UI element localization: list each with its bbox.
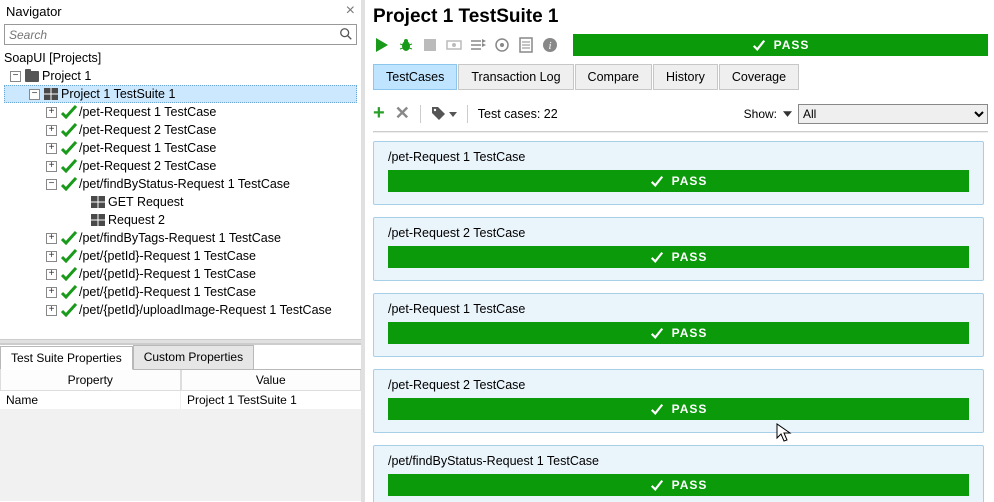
pass-check-icon — [61, 177, 77, 191]
test-case-card[interactable]: /pet/findByStatus-Request 1 TestCase PASS — [373, 445, 984, 502]
tab-coverage[interactable]: Coverage — [719, 64, 799, 90]
expand-icon[interactable]: + — [46, 251, 57, 262]
test-case-name: /pet-Request 2 TestCase — [388, 378, 969, 392]
pass-check-icon — [61, 141, 77, 155]
stop-icon[interactable] — [421, 36, 439, 54]
play-icon[interactable] — [373, 36, 391, 54]
svg-text:i: i — [548, 40, 551, 52]
pass-check-icon — [61, 123, 77, 137]
test-case-card[interactable]: /pet-Request 1 TestCase PASS — [373, 293, 984, 357]
expand-icon[interactable]: + — [46, 143, 57, 154]
pass-check-icon — [61, 249, 77, 263]
test-case-name: /pet-Request 2 TestCase — [388, 226, 969, 240]
property-row[interactable]: Name Project 1 TestSuite 1 — [0, 391, 361, 409]
navigator-title: Navigator — [6, 4, 62, 19]
tab-custom-properties[interactable]: Custom Properties — [133, 345, 254, 369]
expand-icon[interactable]: + — [46, 287, 57, 298]
test-suite-icon — [44, 88, 58, 100]
expand-icon[interactable]: + — [46, 233, 57, 244]
tree-testcase[interactable]: +/pet/findByTags-Request 1 TestCase — [4, 229, 357, 247]
test-case-status-bar: PASS — [388, 246, 969, 268]
pass-check-icon — [61, 231, 77, 245]
tab-test-suite-properties[interactable]: Test Suite Properties — [0, 346, 133, 370]
tree-testcase[interactable]: +/pet/{petId}-Request 1 TestCase — [4, 265, 357, 283]
chevron-down-icon[interactable] — [783, 109, 792, 118]
report-icon[interactable] — [517, 36, 535, 54]
col-value[interactable]: Value — [181, 370, 362, 391]
bug-icon[interactable] — [397, 36, 415, 54]
pass-check-icon — [61, 159, 77, 173]
tree-request[interactable]: GET Request — [4, 193, 357, 211]
expand-icon[interactable]: + — [46, 269, 57, 280]
pass-check-icon — [61, 105, 77, 119]
tree-request[interactable]: Request 2 — [4, 211, 357, 229]
pass-check-icon — [61, 267, 77, 281]
test-case-status-bar: PASS — [388, 474, 969, 496]
tree-suite[interactable]: − Project 1 TestSuite 1 — [4, 85, 357, 103]
target-icon[interactable] — [493, 36, 511, 54]
test-case-name: /pet-Request 1 TestCase — [388, 302, 969, 316]
tree-testcase[interactable]: +/pet-Request 1 TestCase — [4, 103, 357, 121]
search-icon[interactable] — [339, 27, 353, 44]
test-case-name: /pet-Request 1 TestCase — [388, 150, 969, 164]
folder-icon — [25, 71, 39, 82]
tree-testcase[interactable]: +/pet/{petId}/uploadImage-Request 1 Test… — [4, 301, 357, 319]
collapse-icon[interactable]: − — [46, 179, 57, 190]
tree-testcase[interactable]: +/pet/{petId}-Request 1 TestCase — [4, 247, 357, 265]
tree-testcase[interactable]: −/pet/findByStatus-Request 1 TestCase — [4, 175, 357, 193]
overall-status-bar: PASS — [573, 34, 988, 56]
expand-icon[interactable]: + — [46, 125, 57, 136]
add-testcase-button[interactable]: + — [373, 102, 385, 125]
tree-project[interactable]: − Project 1 — [4, 67, 357, 85]
loop-icon[interactable] — [445, 36, 463, 54]
tree-testcase[interactable]: +/pet-Request 2 TestCase — [4, 157, 357, 175]
show-label: Show: — [744, 107, 777, 121]
info-icon[interactable]: i — [541, 36, 559, 54]
test-case-status-bar: PASS — [388, 322, 969, 344]
search-input[interactable] — [4, 24, 357, 45]
tree-testcase[interactable]: +/pet-Request 1 TestCase — [4, 139, 357, 157]
test-case-card[interactable]: /pet-Request 2 TestCase PASS — [373, 369, 984, 433]
collapse-icon[interactable]: − — [10, 71, 21, 82]
pass-check-icon — [61, 285, 77, 299]
tab-compare[interactable]: Compare — [575, 64, 652, 90]
test-case-status-bar: PASS — [388, 398, 969, 420]
expand-icon[interactable]: + — [46, 161, 57, 172]
test-case-card[interactable]: /pet-Request 2 TestCase PASS — [373, 217, 984, 281]
request-icon — [91, 196, 105, 208]
tag-filter-button[interactable] — [431, 106, 457, 122]
test-case-count: Test cases: 22 — [478, 107, 558, 121]
col-property[interactable]: Property — [0, 370, 181, 391]
tab-history[interactable]: History — [653, 64, 718, 90]
tab-testcases[interactable]: TestCases — [373, 64, 457, 90]
tree-testcase[interactable]: +/pet/{petId}-Request 1 TestCase — [4, 283, 357, 301]
sequence-icon[interactable] — [469, 36, 487, 54]
expand-icon[interactable]: + — [46, 107, 57, 118]
remove-testcase-button[interactable]: ✕ — [395, 103, 410, 124]
project-tree[interactable]: SoapUI [Projects] − Project 1 − Project … — [0, 49, 361, 339]
test-case-card[interactable]: /pet-Request 1 TestCase PASS — [373, 141, 984, 205]
show-filter-select[interactable]: All — [798, 104, 988, 124]
test-case-status-bar: PASS — [388, 170, 969, 192]
tab-transaction-log[interactable]: Transaction Log — [458, 64, 573, 90]
request-icon — [91, 214, 105, 226]
close-icon[interactable]: × — [346, 2, 355, 20]
tree-testcase[interactable]: +/pet-Request 2 TestCase — [4, 121, 357, 139]
collapse-icon[interactable]: − — [29, 89, 40, 100]
expand-icon[interactable]: + — [46, 305, 57, 316]
pass-check-icon — [61, 303, 77, 317]
page-title: Project 1 TestSuite 1 — [373, 6, 988, 28]
test-case-name: /pet/findByStatus-Request 1 TestCase — [388, 454, 969, 468]
tree-root[interactable]: SoapUI [Projects] — [4, 49, 357, 67]
